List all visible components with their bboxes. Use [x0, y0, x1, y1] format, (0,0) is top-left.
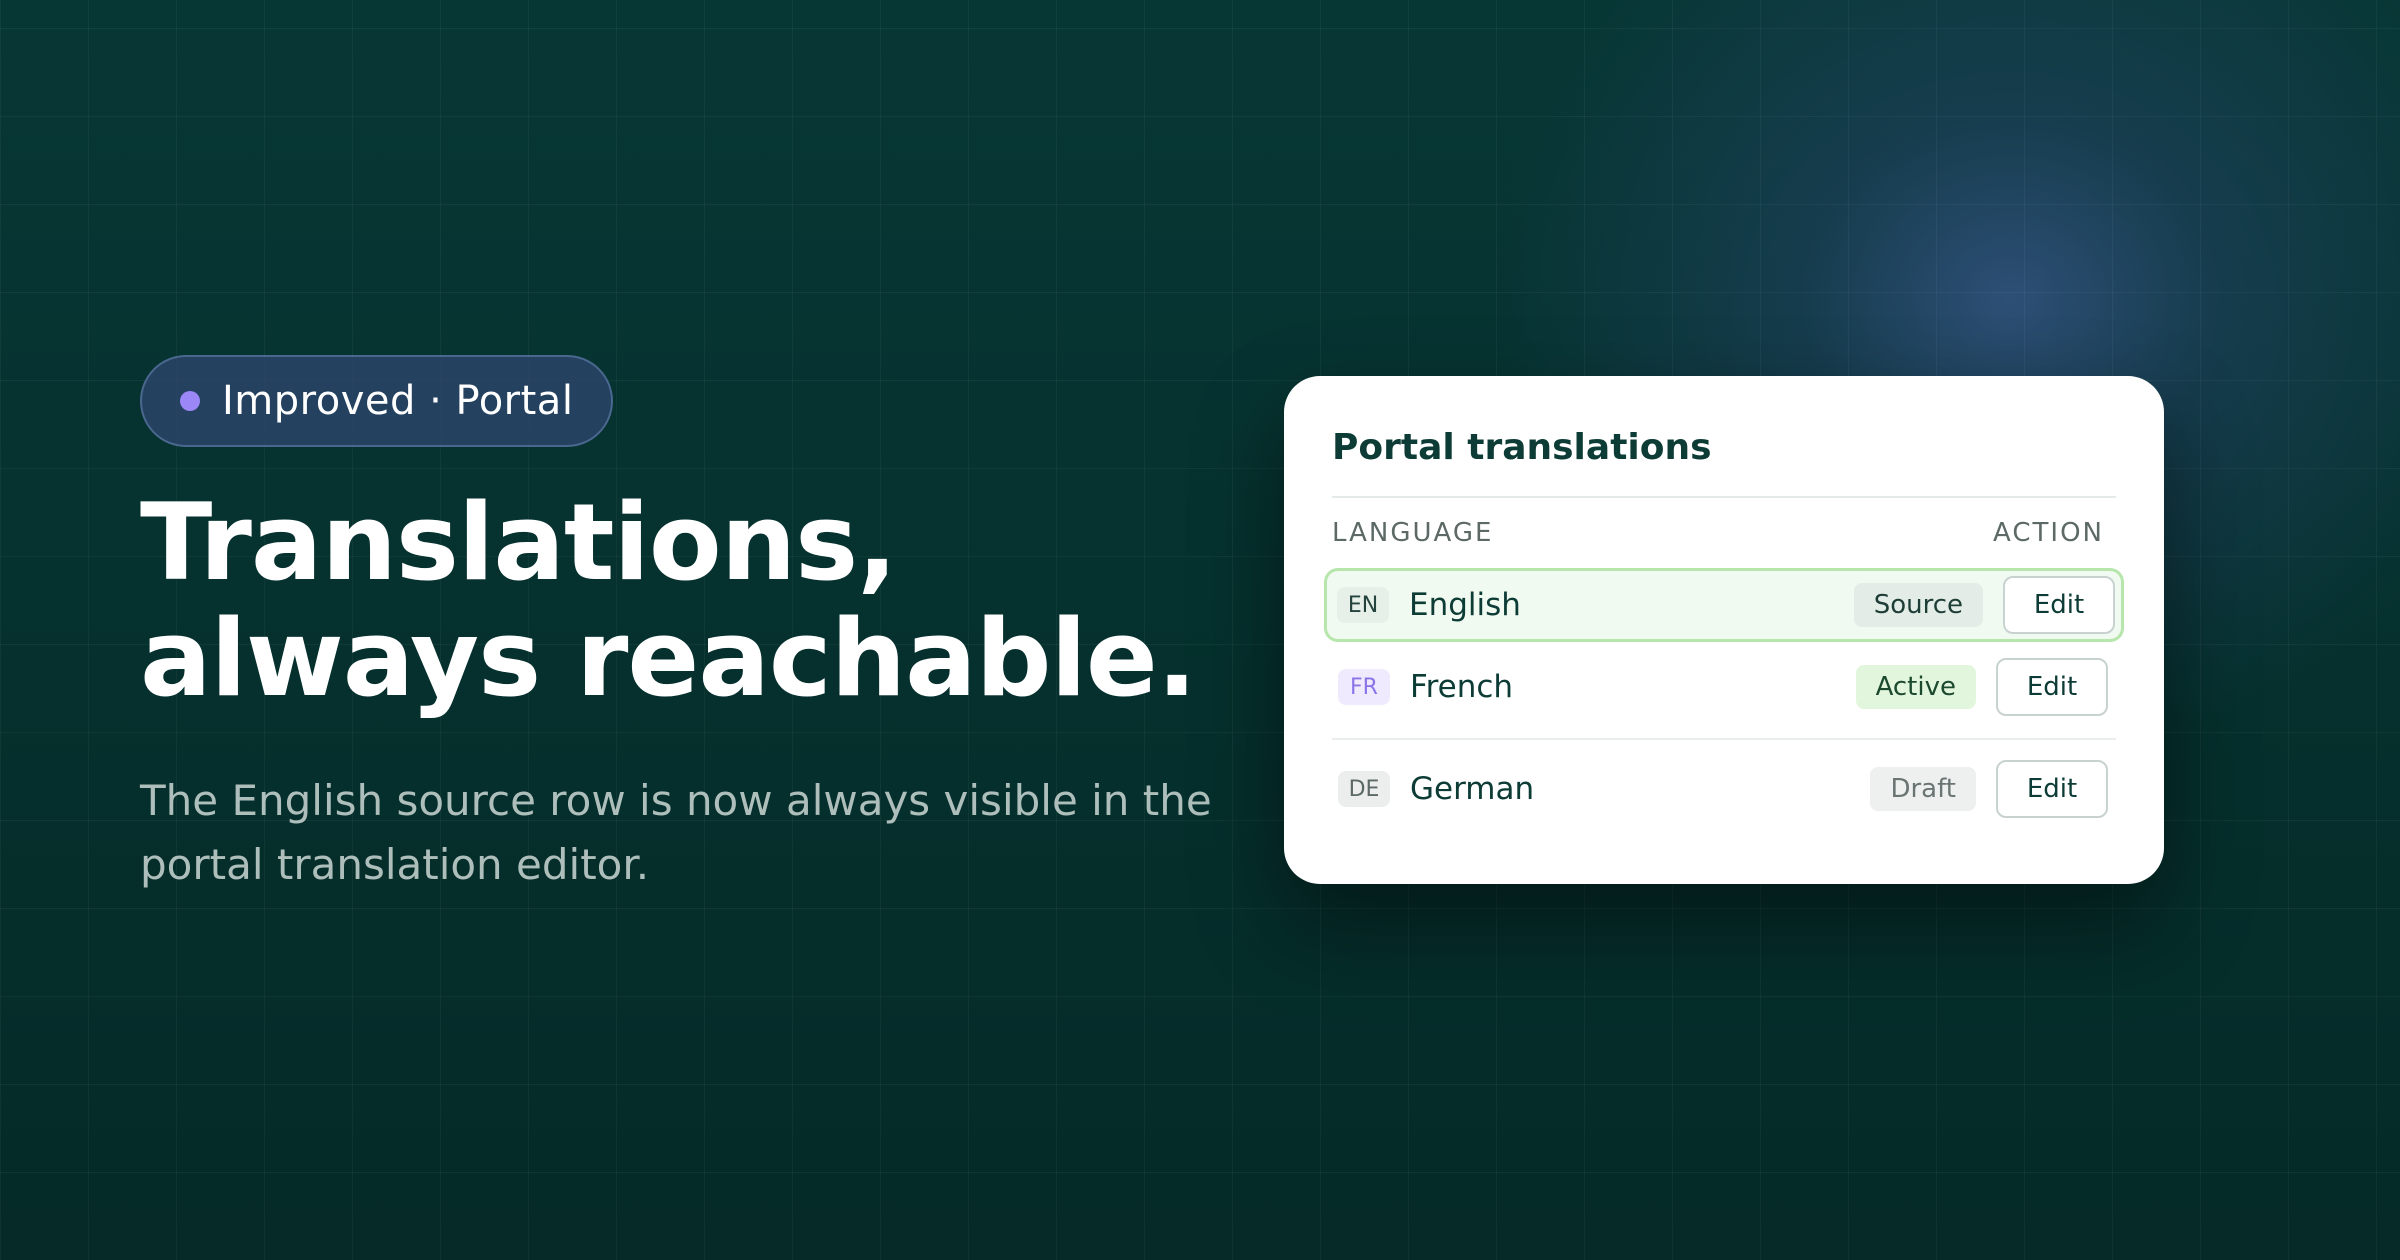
hero-section: Improved · Portal Translations, always r… — [140, 355, 1240, 897]
language-code-badge: FR — [1338, 669, 1390, 705]
edit-english-button[interactable]: Edit — [2003, 576, 2115, 634]
tag-label: Improved · Portal — [222, 378, 574, 424]
headline-line-1: Translations, — [140, 481, 898, 604]
card-title: Portal translations — [1332, 427, 1712, 468]
headline: Translations, always reachable. — [140, 485, 1240, 717]
headline-line-2: always reachable. — [140, 597, 1197, 720]
status-badge-source: Source — [1853, 583, 1983, 627]
table-row-english: EN English Source Edit — [1324, 568, 2124, 642]
column-header-language: LANGUAGE — [1332, 518, 1494, 548]
table-row-french: FR French Active Edit — [1332, 650, 2116, 724]
language-code-badge: EN — [1337, 587, 1389, 623]
table-header: LANGUAGE ACTION — [1332, 498, 2116, 568]
status-dot-icon — [180, 391, 200, 411]
language-name: English — [1409, 587, 1521, 623]
edit-french-button[interactable]: Edit — [1996, 658, 2108, 716]
status-badge-draft: Draft — [1870, 767, 1976, 811]
table-row-german: DE German Draft Edit — [1332, 752, 2116, 826]
status-badge-active: Active — [1855, 665, 1976, 709]
language-name: French — [1410, 669, 1514, 705]
portal-translations-card: Portal translations LANGUAGE ACTION EN E… — [1284, 376, 2164, 884]
language-code-badge: DE — [1338, 771, 1390, 807]
subtext: The English source row is now always vis… — [140, 776, 1212, 889]
column-header-action: ACTION — [1993, 518, 2104, 548]
edit-german-button[interactable]: Edit — [1996, 760, 2108, 818]
language-name: German — [1410, 771, 1535, 807]
improved-portal-tag: Improved · Portal — [140, 355, 614, 447]
row-divider — [1332, 738, 2116, 740]
